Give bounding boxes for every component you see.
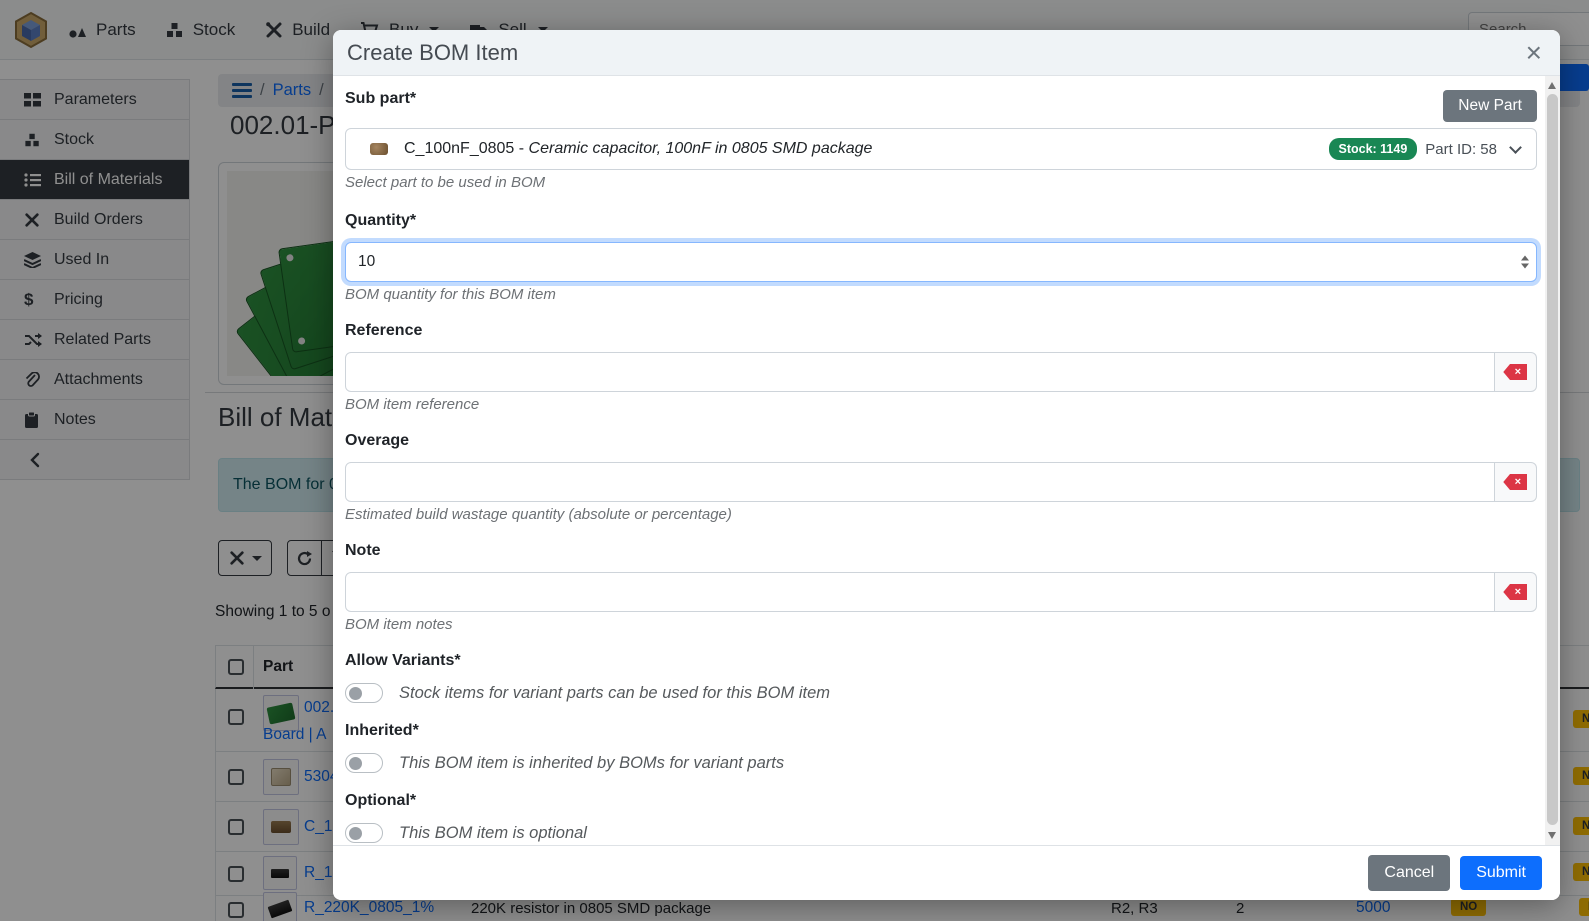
- submit-button[interactable]: Submit: [1460, 856, 1542, 890]
- modal-header: Create BOM Item ×: [333, 30, 1560, 76]
- field-allow-variants: Allow Variants* Stock items for variant …: [345, 652, 1537, 706]
- sub-part-description: Ceramic capacitor, 100nF in 0805 SMD pac…: [529, 140, 873, 157]
- note-input[interactable]: [345, 572, 1495, 612]
- reference-help: BOM item reference: [345, 396, 1537, 416]
- field-overage: Overage × Estimated build wastage quanti…: [345, 432, 1537, 526]
- allow-variants-help: Stock items for variant parts can be use…: [399, 684, 830, 703]
- modal-title: Create BOM Item: [347, 40, 518, 66]
- create-bom-item-modal: Create BOM Item × Sub part* New Part C_1…: [333, 30, 1560, 900]
- part-id-label: Part ID: 58: [1425, 141, 1497, 158]
- optional-toggle[interactable]: [345, 823, 383, 843]
- optional-label: Optional*: [345, 792, 1537, 814]
- overage-help: Estimated build wastage quantity (absolu…: [345, 506, 1537, 526]
- sub-part-label: Sub part*: [345, 90, 416, 112]
- sub-part-help: Select part to be used in BOM: [345, 174, 1537, 194]
- clear-field-button[interactable]: ×: [1495, 572, 1537, 612]
- allow-variants-label: Allow Variants*: [345, 652, 1537, 674]
- optional-help: This BOM item is optional: [399, 824, 587, 843]
- clear-field-button[interactable]: ×: [1495, 462, 1537, 502]
- overage-label: Overage: [345, 432, 1537, 454]
- field-optional: Optional* This BOM item is optional: [345, 792, 1537, 845]
- page: Parts Stock Build Buy: [0, 0, 1589, 921]
- stock-badge: Stock: 1149: [1329, 138, 1418, 160]
- field-note: Note × BOM item notes: [345, 542, 1537, 636]
- inherited-toggle[interactable]: [345, 753, 383, 773]
- modal-footer: Cancel Submit: [333, 845, 1560, 900]
- scroll-up-arrow[interactable]: [1548, 82, 1556, 89]
- part-thumbnail: [370, 143, 388, 155]
- cancel-button[interactable]: Cancel: [1368, 855, 1450, 891]
- sub-part-select[interactable]: C_100nF_0805 - Ceramic capacitor, 100nF …: [345, 128, 1537, 170]
- scrollbar-thumb[interactable]: [1547, 94, 1558, 825]
- modal-body: Sub part* New Part C_100nF_0805 - Cerami…: [333, 76, 1545, 845]
- overage-input[interactable]: [345, 462, 1495, 502]
- field-quantity: Quantity* BOM quantity for this BOM item: [345, 212, 1537, 306]
- field-reference: Reference × BOM item reference: [345, 322, 1537, 416]
- sub-part-name: C_100nF_0805: [404, 140, 514, 157]
- chevron-down-icon: [1509, 141, 1522, 154]
- scroll-down-arrow[interactable]: [1548, 832, 1556, 839]
- quantity-help: BOM quantity for this BOM item: [345, 286, 1537, 306]
- backspace-icon: ×: [1503, 474, 1527, 490]
- backspace-icon: ×: [1503, 584, 1527, 600]
- allow-variants-toggle[interactable]: [345, 683, 383, 703]
- backspace-icon: ×: [1503, 364, 1527, 380]
- number-spinner[interactable]: [1521, 256, 1529, 269]
- close-icon[interactable]: ×: [1526, 39, 1542, 67]
- modal-scrollbar[interactable]: [1545, 76, 1560, 845]
- note-help: BOM item notes: [345, 616, 1537, 636]
- reference-input[interactable]: [345, 352, 1495, 392]
- clear-field-button[interactable]: ×: [1495, 352, 1537, 392]
- reference-label: Reference: [345, 322, 1537, 344]
- inherited-label: Inherited*: [345, 722, 1537, 744]
- inherited-help: This BOM item is inherited by BOMs for v…: [399, 754, 784, 773]
- quantity-label: Quantity*: [345, 212, 1537, 234]
- note-label: Note: [345, 542, 1537, 564]
- field-inherited: Inherited* This BOM item is inherited by…: [345, 722, 1537, 776]
- new-part-button[interactable]: New Part: [1443, 90, 1537, 122]
- field-sub-part: Sub part* New Part C_100nF_0805 - Cerami…: [345, 90, 1537, 194]
- quantity-input[interactable]: [345, 242, 1537, 282]
